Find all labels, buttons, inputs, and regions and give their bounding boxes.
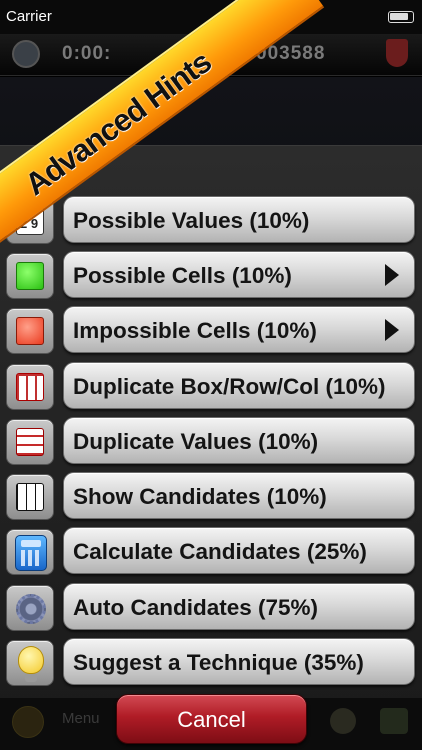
- impossible-cells-label: Impossible Cells (10%): [73, 318, 317, 343]
- hint-row-calculate-candidates: Calculate Candidates (25%): [0, 527, 422, 577]
- game-bar: 0:00: 003588: [0, 34, 422, 76]
- possible-values-digits: 2 9: [20, 216, 39, 231]
- green-square-icon: [6, 253, 54, 299]
- calculate-candidates-label: Calculate Candidates (25%): [73, 539, 367, 564]
- toolbar-puzzle-icon: [380, 708, 408, 734]
- possible-values-label: Possible Values (10%): [73, 208, 310, 233]
- help-icon: [12, 706, 44, 738]
- duplicate-box-row-col-button[interactable]: Duplicate Box/Row/Col (10%): [63, 362, 415, 409]
- impossible-cells-button[interactable]: Impossible Cells (10%): [63, 306, 415, 353]
- menu-label: Menu: [62, 710, 100, 727]
- auto-candidates-label: Auto Candidates (75%): [73, 595, 319, 620]
- calculate-candidates-button[interactable]: Calculate Candidates (25%): [63, 527, 415, 574]
- duplicate-box-label: Duplicate Box/Row/Col (10%): [73, 374, 386, 399]
- candidates-grid-icon: [6, 474, 54, 520]
- calculator-icon: [6, 529, 54, 575]
- battery-icon: [388, 11, 414, 23]
- possible-values-button[interactable]: Possible Values (10%): [63, 196, 415, 243]
- hint-row-suggest-technique: Suggest a Technique (35%): [0, 638, 422, 688]
- suggest-technique-button[interactable]: Suggest a Technique (35%): [63, 638, 415, 685]
- submenu-arrow-icon: [385, 319, 399, 341]
- show-candidates-button[interactable]: Show Candidates (10%): [63, 472, 415, 519]
- toolbar-tool-icon: [330, 708, 356, 734]
- cancel-label: Cancel: [177, 707, 246, 732]
- hint-row-auto-candidates: Auto Candidates (75%): [0, 583, 422, 633]
- show-candidates-label: Show Candidates (10%): [73, 484, 327, 509]
- hint-row-show-candidates: Show Candidates (10%): [0, 472, 422, 522]
- suggest-technique-label: Suggest a Technique (35%): [73, 650, 364, 675]
- timer-text: 0:00:: [62, 43, 112, 64]
- submenu-arrow-icon: [385, 264, 399, 286]
- stopwatch-icon: [12, 40, 40, 68]
- status-bar: Carrier: [0, 0, 422, 34]
- lightbulb-icon: [6, 640, 54, 686]
- score-text: 003588: [256, 43, 326, 64]
- hint-row-possible-values: 2 9 Possible Values (10%): [0, 196, 422, 246]
- red-square-icon: [6, 308, 54, 354]
- possible-cells-button[interactable]: Possible Cells (10%): [63, 251, 415, 298]
- gear-pencil-icon: [6, 585, 54, 631]
- carrier-label: Carrier: [6, 8, 52, 25]
- cancel-button[interactable]: Cancel: [116, 694, 307, 744]
- hint-row-duplicate-values: Duplicate Values (10%): [0, 417, 422, 467]
- duplicate-values-icon: [6, 419, 54, 465]
- shield-icon: [386, 39, 408, 67]
- hint-row-impossible-cells: Impossible Cells (10%): [0, 306, 422, 356]
- duplicate-values-label: Duplicate Values (10%): [73, 429, 319, 454]
- possible-cells-label: Possible Cells (10%): [73, 263, 292, 288]
- red-grid-icon: [6, 364, 54, 410]
- hint-row-duplicate-box: Duplicate Box/Row/Col (10%): [0, 362, 422, 412]
- number-grid-icon: 2 9: [6, 198, 54, 244]
- duplicate-values-button[interactable]: Duplicate Values (10%): [63, 417, 415, 464]
- auto-candidates-button[interactable]: Auto Candidates (75%): [63, 583, 415, 630]
- hint-row-possible-cells: Possible Cells (10%): [0, 251, 422, 301]
